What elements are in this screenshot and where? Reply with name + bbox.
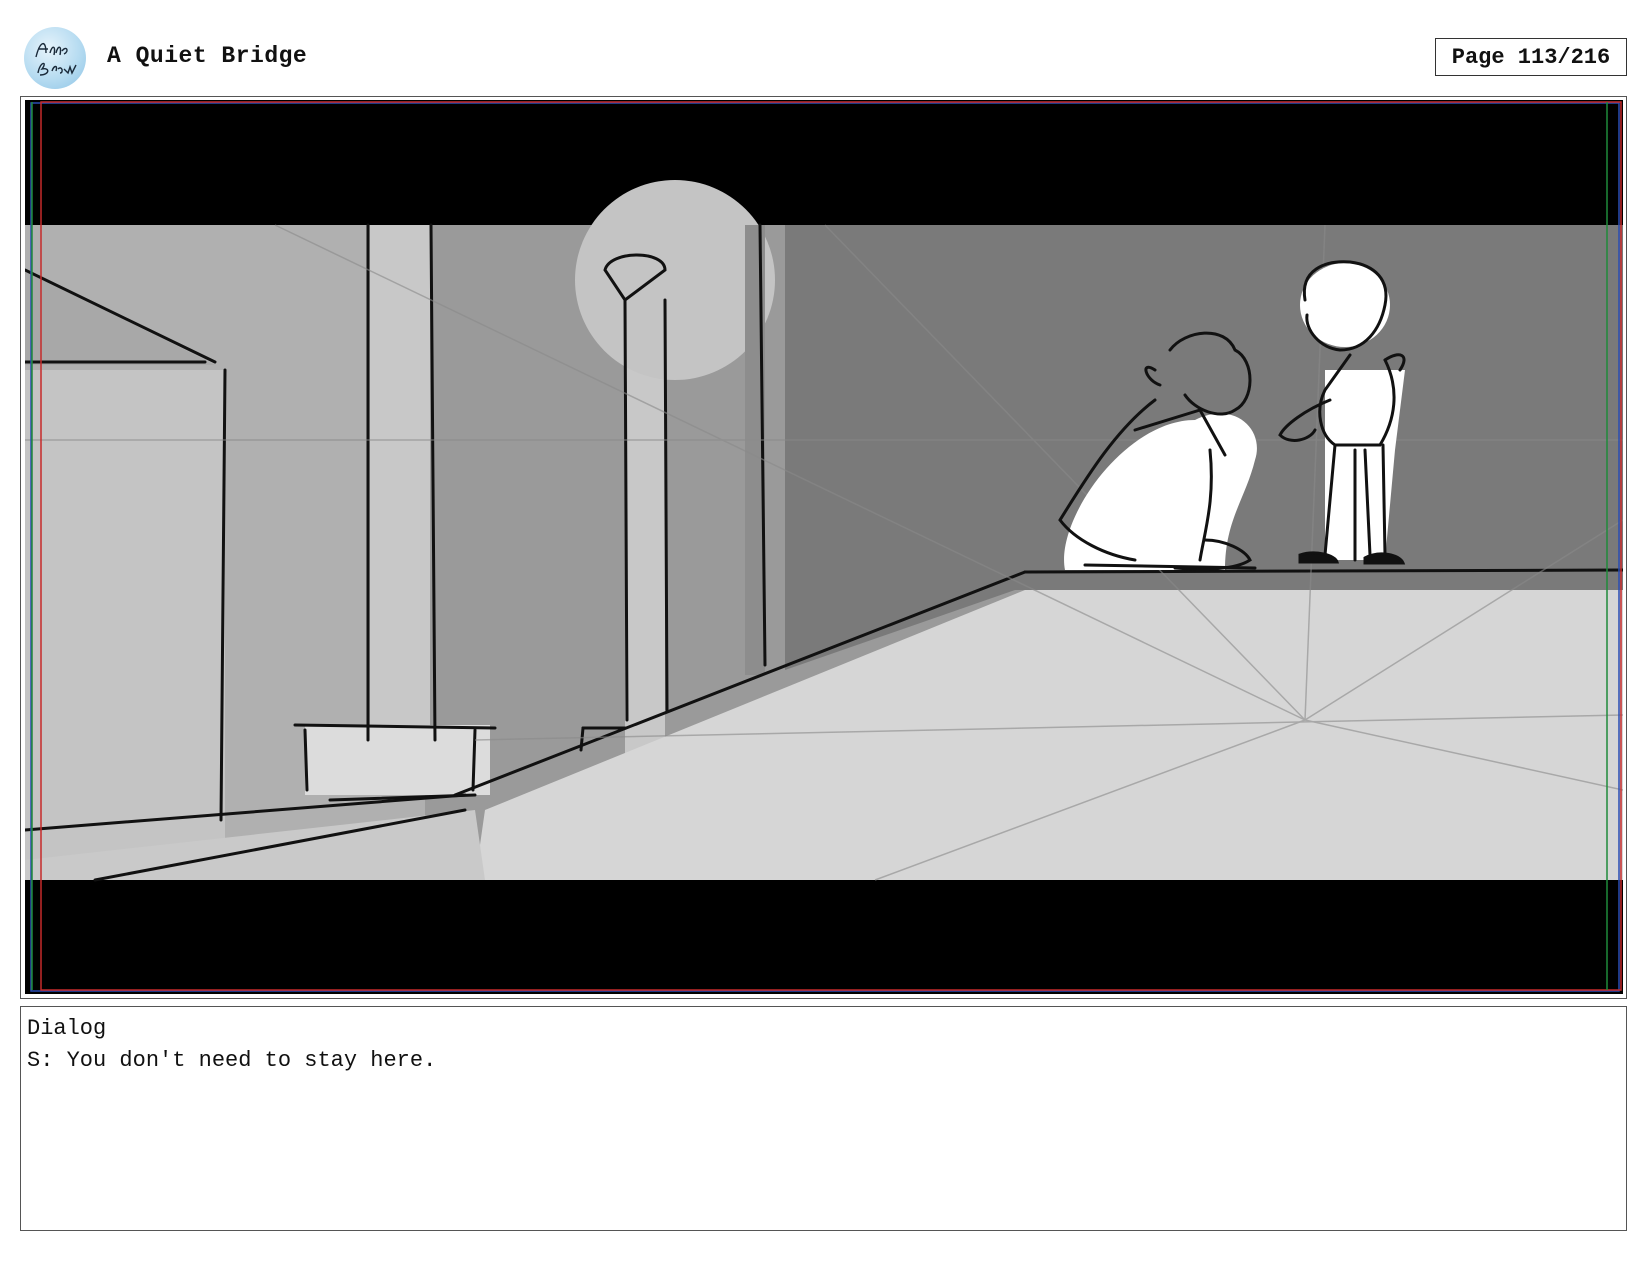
document-title: A Quiet Bridge [107, 43, 308, 69]
dialog-heading: Dialog [27, 1016, 107, 1041]
author-logo [24, 27, 86, 89]
signature-icon [35, 43, 77, 76]
dialog-line: S: You don't need to stay here. [27, 1048, 437, 1073]
dialog-panel: Dialog S: You don't need to stay here. [20, 1006, 1627, 1231]
storyboard-panel [25, 100, 1623, 994]
page-number: Page 113/216 [1435, 38, 1627, 76]
scene-drawing [25, 180, 1623, 882]
